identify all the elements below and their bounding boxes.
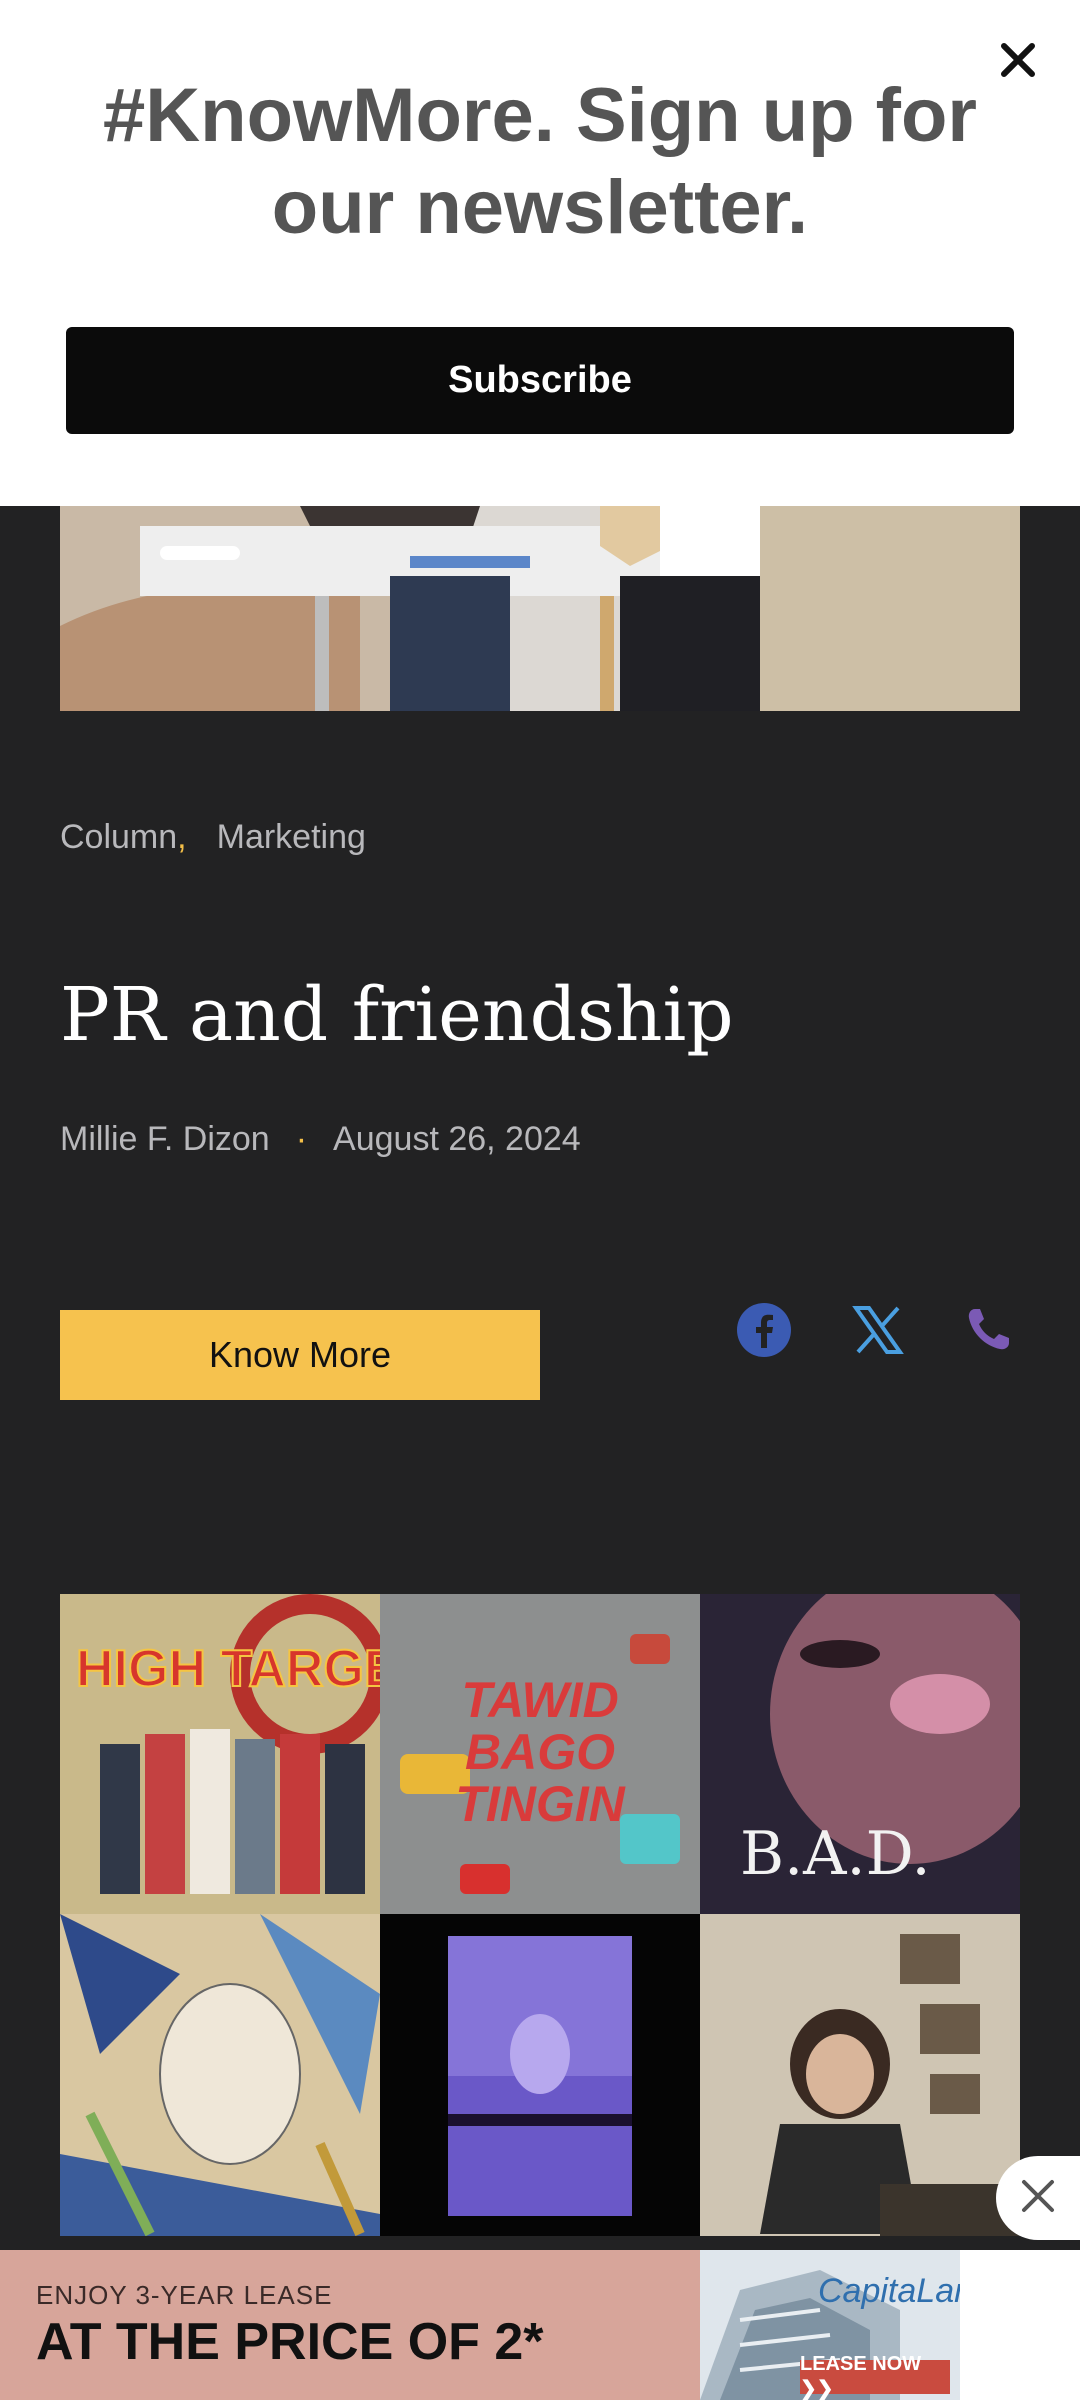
facebook-icon[interactable]: [734, 1300, 794, 1360]
tile-caption: B.A.D.: [740, 1819, 931, 1889]
ad-cta-button[interactable]: LEASE NOW ❯❯: [800, 2353, 950, 2400]
know-more-button[interactable]: Know More: [60, 1310, 540, 1400]
ad-banner[interactable]: ENJOY 3-YEAR LEASE AT THE PRICE OF 2* Ca…: [0, 2250, 1080, 2400]
category-link[interactable]: Marketing: [217, 818, 366, 856]
hero-image: [60, 506, 1020, 711]
subscribe-button[interactable]: Subscribe: [66, 327, 1014, 434]
album-cover[interactable]: [700, 1914, 1020, 2236]
tile-caption: TAWID BAGO TINGIN: [455, 1674, 625, 1832]
album-cover[interactable]: B.A.D.: [700, 1594, 1020, 1914]
ad-image-panel: CapitaLand LEASE NOW ❯❯: [700, 2250, 960, 2400]
album-cover[interactable]: [380, 1914, 700, 2236]
close-icon: [1016, 2174, 1060, 2223]
ad-close-button[interactable]: [996, 2156, 1080, 2240]
ad-promo-panel: ENJOY 3-YEAR LEASE AT THE PRICE OF 2*: [0, 2250, 700, 2400]
author-link[interactable]: Millie F. Dizon: [60, 1120, 270, 1158]
tile-caption: HIGH TARGETS: [76, 1640, 380, 1698]
category-separator: ,: [177, 818, 187, 856]
newsletter-heading: #KnowMore. Sign up for our newsletter.: [103, 73, 977, 250]
x-twitter-icon[interactable]: [848, 1300, 908, 1360]
byline-separator: ·: [295, 1120, 308, 1158]
category-list: Column, Marketing: [60, 818, 366, 857]
ad-brand-logo: CapitaLand: [818, 2272, 960, 2310]
publish-date: August 26, 2024: [333, 1120, 581, 1158]
byline: Millie F. Dizon · August 26, 2024: [60, 1120, 581, 1159]
album-cover-grid: HIGH TARGETS TAWID BAGO TINGIN: [60, 1594, 1020, 2236]
newsletter-prompt: #KnowMore. Sign up for our newsletter. S…: [0, 0, 1080, 506]
album-cover[interactable]: HIGH TARGETS: [60, 1594, 380, 1914]
album-cover[interactable]: TAWID BAGO TINGIN: [380, 1594, 700, 1914]
ad-small-text: ENJOY 3-YEAR LEASE: [36, 2280, 333, 2310]
category-link[interactable]: Column: [60, 818, 177, 856]
phone-icon[interactable]: [958, 1300, 1018, 1360]
article-title: PR and friendship: [60, 972, 734, 1058]
album-cover[interactable]: [60, 1914, 380, 2236]
ad-headline: AT THE PRICE OF 2*: [36, 2313, 544, 2371]
